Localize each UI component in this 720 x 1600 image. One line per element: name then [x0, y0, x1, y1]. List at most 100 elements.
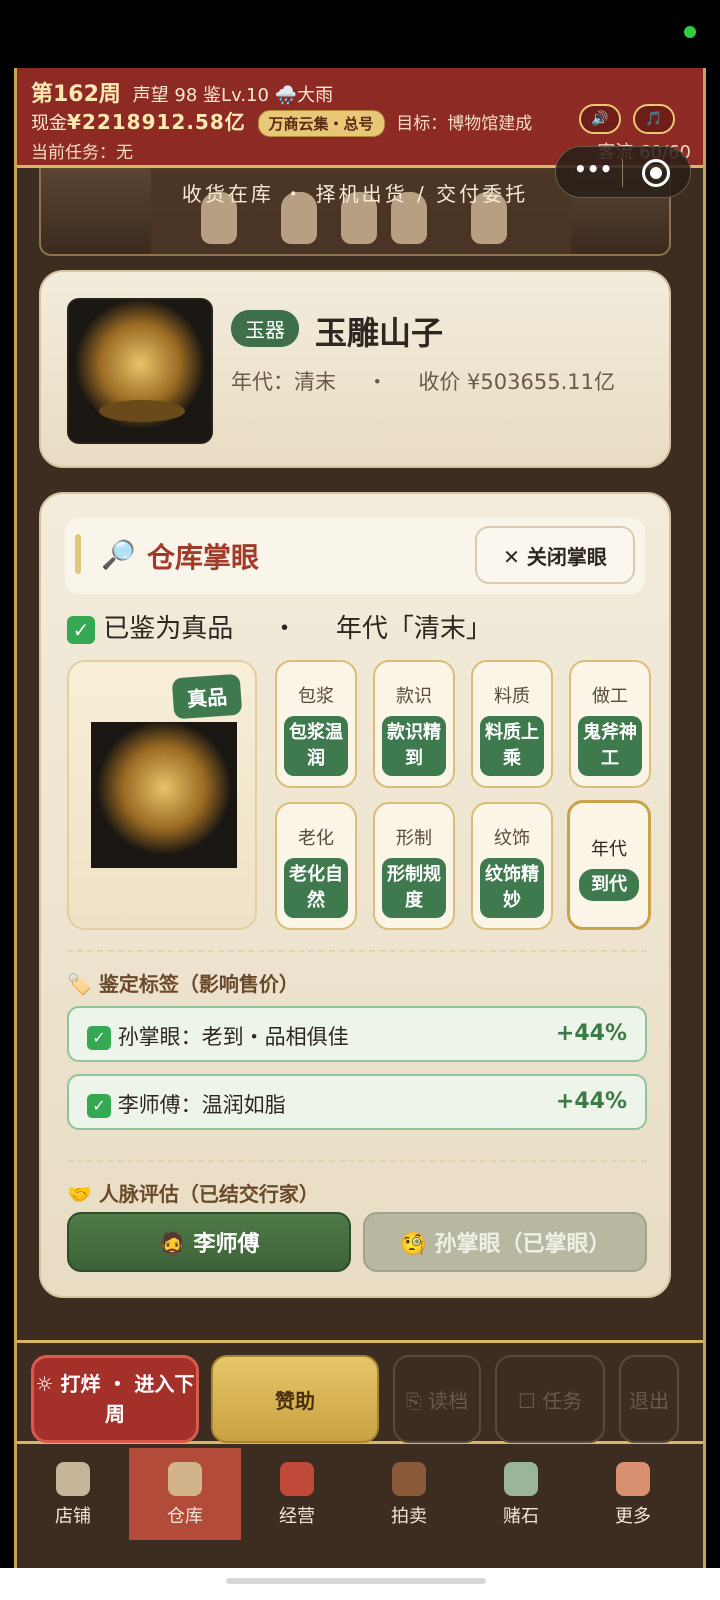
- item-price: 收价 ¥503655.11亿: [418, 370, 615, 394]
- privacy-indicator-icon: [684, 26, 696, 38]
- jade-carving-image: [91, 722, 237, 868]
- tab-label: 赌石: [503, 1506, 539, 1527]
- music-button[interactable]: 🎵: [633, 104, 675, 134]
- appraisal-label-row: ✓ 孙掌眼：老到・品相俱佳 +44%: [67, 1006, 647, 1062]
- magnifier-icon: 🔎: [101, 538, 136, 571]
- category-tag: 玉器: [231, 310, 299, 347]
- tab-warehouse[interactable]: 仓库: [129, 1448, 241, 1540]
- label-text: ✓ 李师傅：温润如脂: [87, 1089, 286, 1119]
- label-text: ✓ 孙掌眼：老到・品相俱佳: [87, 1021, 349, 1051]
- tab-label: 经营: [279, 1506, 315, 1527]
- label-text-value: 孙掌眼：老到・品相俱佳: [117, 1025, 349, 1049]
- verdict-era: 年代「清末」: [335, 614, 492, 644]
- tab-label: 店铺: [55, 1506, 91, 1527]
- miniprogram-capsule: •••: [555, 146, 691, 198]
- close-target-icon[interactable]: [642, 159, 670, 187]
- tab-auction[interactable]: 拍卖: [353, 1448, 465, 1540]
- warehouse-icon: [168, 1462, 202, 1496]
- tab-bar: 店铺 仓库 经营 拍卖 赌石 更多: [17, 1448, 703, 1540]
- goal-label: 目标：博物馆建成: [396, 114, 533, 134]
- jade-stone-icon: [504, 1462, 538, 1496]
- weather-icon: 🌧️: [274, 85, 298, 106]
- appraisal-header: 🔎 仓库掌眼 ✕ 关闭掌眼: [65, 518, 645, 594]
- tab-more[interactable]: 更多: [577, 1448, 689, 1540]
- network-section-title: 🤝 人脉评估（已结交行家）: [67, 1182, 319, 1206]
- store-badge: 万商云集・总号: [257, 110, 385, 137]
- jade-carving-image: [67, 298, 213, 444]
- trait-form: 形制 形制规度: [373, 802, 455, 930]
- trait-name: 做工: [592, 686, 628, 707]
- home-indicator[interactable]: [226, 1578, 486, 1584]
- ledger-icon: [280, 1462, 314, 1496]
- trait-name: 包浆: [298, 686, 334, 707]
- item-thumbnail: 真品: [67, 660, 257, 930]
- header-accent-bar: [75, 534, 81, 574]
- reputation-label: 声望 98: [132, 85, 198, 106]
- exit-button[interactable]: 退出: [619, 1355, 679, 1443]
- week-label: 第162周: [31, 82, 121, 107]
- verdict-line: ✓ 已鉴为真品 ・ 年代「清末」: [67, 608, 492, 645]
- cash-value: ¥2218912.58亿: [67, 110, 246, 134]
- gavel-icon: [392, 1462, 426, 1496]
- trait-value: 形制规度: [382, 858, 446, 918]
- status-bar: [0, 0, 720, 68]
- weather-label: 大雨: [297, 85, 334, 106]
- label-bonus: +44%: [555, 1089, 627, 1114]
- current-task: 当前任务：无: [31, 143, 133, 163]
- authentic-seal: 真品: [171, 673, 243, 720]
- appraise-level-label: 鉴Lv.10: [203, 85, 269, 106]
- close-appraisal-button[interactable]: ✕ 关闭掌眼: [475, 526, 635, 584]
- tab-label: 拍卖: [391, 1506, 427, 1527]
- labels-section-title: 🏷️ 鉴定标签（影响售价）: [67, 972, 299, 996]
- label-text-value: 李师傅：温润如脂: [117, 1093, 286, 1117]
- trait-name: 款识: [396, 686, 432, 707]
- trait-value: 鬼斧神工: [578, 716, 642, 776]
- contact-sun-button[interactable]: 🧐 孙掌眼（已掌眼）: [363, 1212, 647, 1272]
- meta-separator: ・: [366, 370, 388, 394]
- item-meta: 年代：清末 ・ 收价 ¥503655.11亿: [231, 366, 615, 396]
- tab-gamble-stone[interactable]: 赌石: [465, 1448, 577, 1540]
- trait-value: 款识精到: [382, 716, 446, 776]
- tab-operations[interactable]: 经营: [241, 1448, 353, 1540]
- trait-name: 老化: [298, 828, 334, 849]
- load-button[interactable]: ⎘ 读档: [393, 1355, 481, 1443]
- trait-name: 纹饰: [494, 828, 530, 849]
- end-week-button[interactable]: ☼ 打烊 ・ 进入下周: [31, 1355, 199, 1443]
- action-bar: ☼ 打烊 ・ 进入下周 赞助 ⎘ 读档 ☐ 任务 退出: [17, 1340, 703, 1444]
- trait-value: 到代: [579, 869, 639, 901]
- check-icon: ✓: [67, 615, 95, 644]
- contact-li-button[interactable]: 🧔 李师傅: [67, 1212, 351, 1272]
- more-icon: [616, 1462, 650, 1496]
- trait-value: 包浆温润: [284, 716, 348, 776]
- sponsor-button[interactable]: 赞助: [211, 1355, 379, 1443]
- verdict-label: 已鉴为真品: [103, 614, 234, 644]
- sound-button[interactable]: 🔊: [579, 104, 621, 134]
- trait-value: 老化自然: [284, 858, 348, 918]
- system-nav-area: [0, 1568, 720, 1600]
- tab-shop[interactable]: 店铺: [17, 1448, 129, 1540]
- trait-pattern: 纹饰 纹饰精妙: [471, 802, 553, 930]
- shop-icon: [56, 1462, 90, 1496]
- appraisal-title: 仓库掌眼: [147, 541, 260, 574]
- tasks-button[interactable]: ☐ 任务: [495, 1355, 605, 1443]
- item-name: 玉雕山子: [315, 314, 444, 352]
- speaker-icon: 🔊: [591, 111, 609, 127]
- label-bonus: +44%: [555, 1021, 627, 1046]
- trait-era: 年代 到代: [567, 800, 651, 930]
- appraisal-panel: 🔎 仓库掌眼 ✕ 关闭掌眼 ✓ 已鉴为真品 ・ 年代「清末」 真品 包浆 包浆温…: [39, 492, 671, 1298]
- trait-mark: 款识 款识精到: [373, 660, 455, 788]
- section-divider: [67, 1160, 647, 1162]
- trait-value: 纹饰精妙: [480, 858, 544, 918]
- cash-label: 现金: [31, 113, 67, 134]
- capsule-divider: [622, 159, 623, 187]
- trait-name: 形制: [396, 828, 432, 849]
- tab-label: 仓库: [167, 1506, 203, 1527]
- trait-patina: 包浆 包浆温润: [275, 660, 357, 788]
- tab-label: 更多: [615, 1506, 651, 1527]
- trait-aging: 老化 老化自然: [275, 802, 357, 930]
- trait-name: 年代: [591, 839, 627, 860]
- trait-name: 料质: [494, 686, 530, 707]
- section-divider: [67, 950, 647, 952]
- more-options-icon[interactable]: •••: [574, 157, 612, 181]
- verdict-separator: ・: [271, 614, 298, 644]
